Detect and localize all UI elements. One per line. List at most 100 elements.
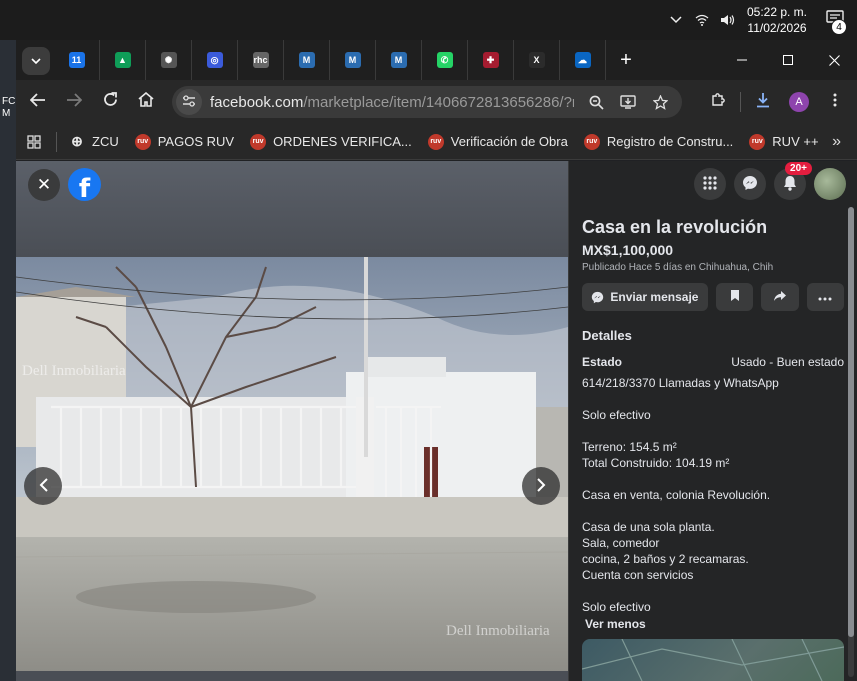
panel-scrollbar[interactable] (848, 207, 854, 677)
globe-icon: ⊕ (71, 133, 83, 149)
messenger-button[interactable] (734, 168, 766, 200)
chevron-left-icon (39, 476, 48, 497)
toolbar-right: A (700, 84, 853, 120)
close-viewer-button[interactable]: ✕ (28, 169, 60, 201)
address-bar[interactable]: facebook.com/marketplace/item/1406672813… (172, 86, 682, 118)
browser-tab[interactable]: ✚ (468, 40, 514, 80)
listing-price: MX$1,100,000 (582, 242, 674, 258)
volume-icon[interactable] (715, 0, 741, 40)
browser-tab[interactable]: ☁ (560, 40, 606, 80)
windows-taskbar: 05:22 p. m. 11/02/2026 4 (0, 0, 857, 40)
downloads-button[interactable] (745, 84, 781, 120)
browser-window: 11 ▲ ✺ ◎ rhc M M M ✆ ✚ X ☁ + facebook.co… (16, 40, 857, 681)
close-icon: ✕ (36, 175, 52, 194)
browser-tab[interactable]: ✆ (422, 40, 468, 80)
bookmark-icon (730, 289, 740, 305)
marketplace-item-page: ✕ f Dell Inmobiliaria Dell Inmobiliaria (16, 161, 857, 681)
site-info-button[interactable] (176, 89, 202, 115)
next-photo-button[interactable] (522, 467, 560, 505)
back-button[interactable] (20, 84, 56, 120)
arrow-left-icon (29, 92, 46, 112)
extensions-button[interactable] (700, 84, 736, 120)
bookmarks-overflow-button[interactable]: » (832, 124, 841, 160)
browser-tab[interactable]: M (330, 40, 376, 80)
facebook-logo[interactable]: f (68, 168, 101, 201)
bookmark-item[interactable]: ⊕ ZCU (61, 128, 127, 156)
google-drive-icon: ▲ (114, 52, 131, 68)
facebook-top-bar: 20+ (569, 161, 857, 207)
plus-icon: + (620, 48, 632, 71)
save-button[interactable] (715, 283, 754, 311)
apps-grid-icon[interactable] (16, 124, 52, 160)
url-path: /marketplace/item/1406672813656286/?re..… (303, 93, 574, 111)
reload-button[interactable] (92, 84, 128, 120)
zoom-icon[interactable] (580, 95, 612, 110)
chatgpt-icon: ✺ (160, 52, 177, 68)
url-domain: facebook.com (210, 93, 304, 111)
listing-details: Casa en la revolución MX$1,100,000 Publi… (582, 215, 845, 631)
bookmark-label: ZCU (92, 134, 119, 149)
bell-icon (783, 175, 797, 194)
home-button[interactable] (128, 84, 164, 120)
notification-center-button[interactable]: 4 (813, 0, 857, 40)
more-options-button[interactable] (806, 283, 845, 311)
account-avatar[interactable] (814, 168, 846, 200)
install-app-icon[interactable] (612, 95, 644, 109)
browser-tab[interactable]: M (376, 40, 422, 80)
profile-avatar: A (789, 92, 809, 112)
location-map[interactable] (582, 639, 844, 681)
photo-watermark-bottom: Dell Inmobiliaria (446, 623, 550, 639)
chevron-double-right-icon: » (832, 133, 841, 150)
listing-actions: Enviar mensaje (582, 283, 845, 311)
chevron-right-icon (536, 476, 546, 497)
facebook-f-icon: f (78, 174, 91, 201)
listing-description: 614/218/3370 Llamadas y WhatsApp Solo ef… (582, 376, 779, 614)
notifications-button[interactable]: 20+ (774, 162, 812, 200)
ruv-doc-icon: M (390, 52, 407, 68)
bookmark-item[interactable]: ruv RUV ++ (741, 128, 826, 156)
close-window-button[interactable] (811, 40, 857, 80)
browser-tab[interactable]: M (284, 40, 330, 80)
menu-button[interactable] (694, 168, 726, 200)
bookmark-item[interactable]: ruv ORDENES VERIFICA... (242, 128, 420, 156)
chrome-menu-button[interactable] (817, 84, 853, 120)
previous-photo-button[interactable] (24, 467, 62, 505)
browser-tab[interactable]: ◎ (192, 40, 238, 80)
maximize-button[interactable] (765, 40, 811, 80)
ruv-icon: ruv (427, 133, 444, 150)
minimize-button[interactable] (719, 40, 765, 80)
forward-button[interactable] (56, 84, 92, 120)
bookmark-label: Verificación de Obra (450, 134, 568, 149)
see-less-link[interactable]: Ver menos (582, 617, 844, 631)
chevron-up-icon[interactable] (663, 0, 689, 40)
screen: 05:22 p. m. 11/02/2026 4 FC M 11 ▲ ✺ ◎ rhc M M… (0, 0, 857, 681)
browser-tab[interactable]: rhc (238, 40, 284, 80)
tabs-list: 11 ▲ ✺ ◎ rhc M M M ✆ ✚ X ☁ + (54, 40, 646, 80)
window-controls (719, 40, 857, 80)
bookmark-star-icon[interactable] (644, 94, 676, 110)
browser-tab[interactable]: 11 (54, 40, 100, 80)
wifi-icon[interactable] (689, 0, 715, 40)
scrollbar-thumb[interactable] (848, 207, 854, 637)
browser-tab[interactable]: ▲ (100, 40, 146, 80)
bookmark-item[interactable]: ruv Verificación de Obra (420, 128, 576, 156)
download-icon (755, 92, 771, 113)
share-button[interactable] (761, 283, 799, 311)
send-message-button[interactable]: Enviar mensaje (582, 283, 708, 311)
new-tab-button[interactable]: + (606, 40, 646, 80)
browser-tab[interactable]: X (514, 40, 560, 80)
bookmark-item[interactable]: ruv PAGOS RUV (127, 128, 242, 156)
browser-tab[interactable]: ✺ (146, 40, 192, 80)
ruv-icon: ruv (749, 133, 766, 150)
onedrive-icon: ☁ (574, 52, 591, 68)
clock[interactable]: 05:22 p. m. 11/02/2026 (741, 4, 813, 36)
url-text[interactable]: facebook.com/marketplace/item/1406672813… (210, 94, 574, 111)
reload-icon (103, 92, 118, 112)
tab-search-button[interactable] (22, 47, 50, 75)
details-heading: Detalles (582, 328, 632, 343)
tracker-icon: ◎ (206, 52, 223, 68)
listing-posted-info: Publicado Hace 5 días en Chihuahua, Chih (582, 262, 774, 273)
ruv-icon: ruv (583, 133, 600, 150)
bookmark-item[interactable]: ruv Registro de Constru... (576, 128, 741, 156)
profile-button[interactable]: A (781, 84, 817, 120)
